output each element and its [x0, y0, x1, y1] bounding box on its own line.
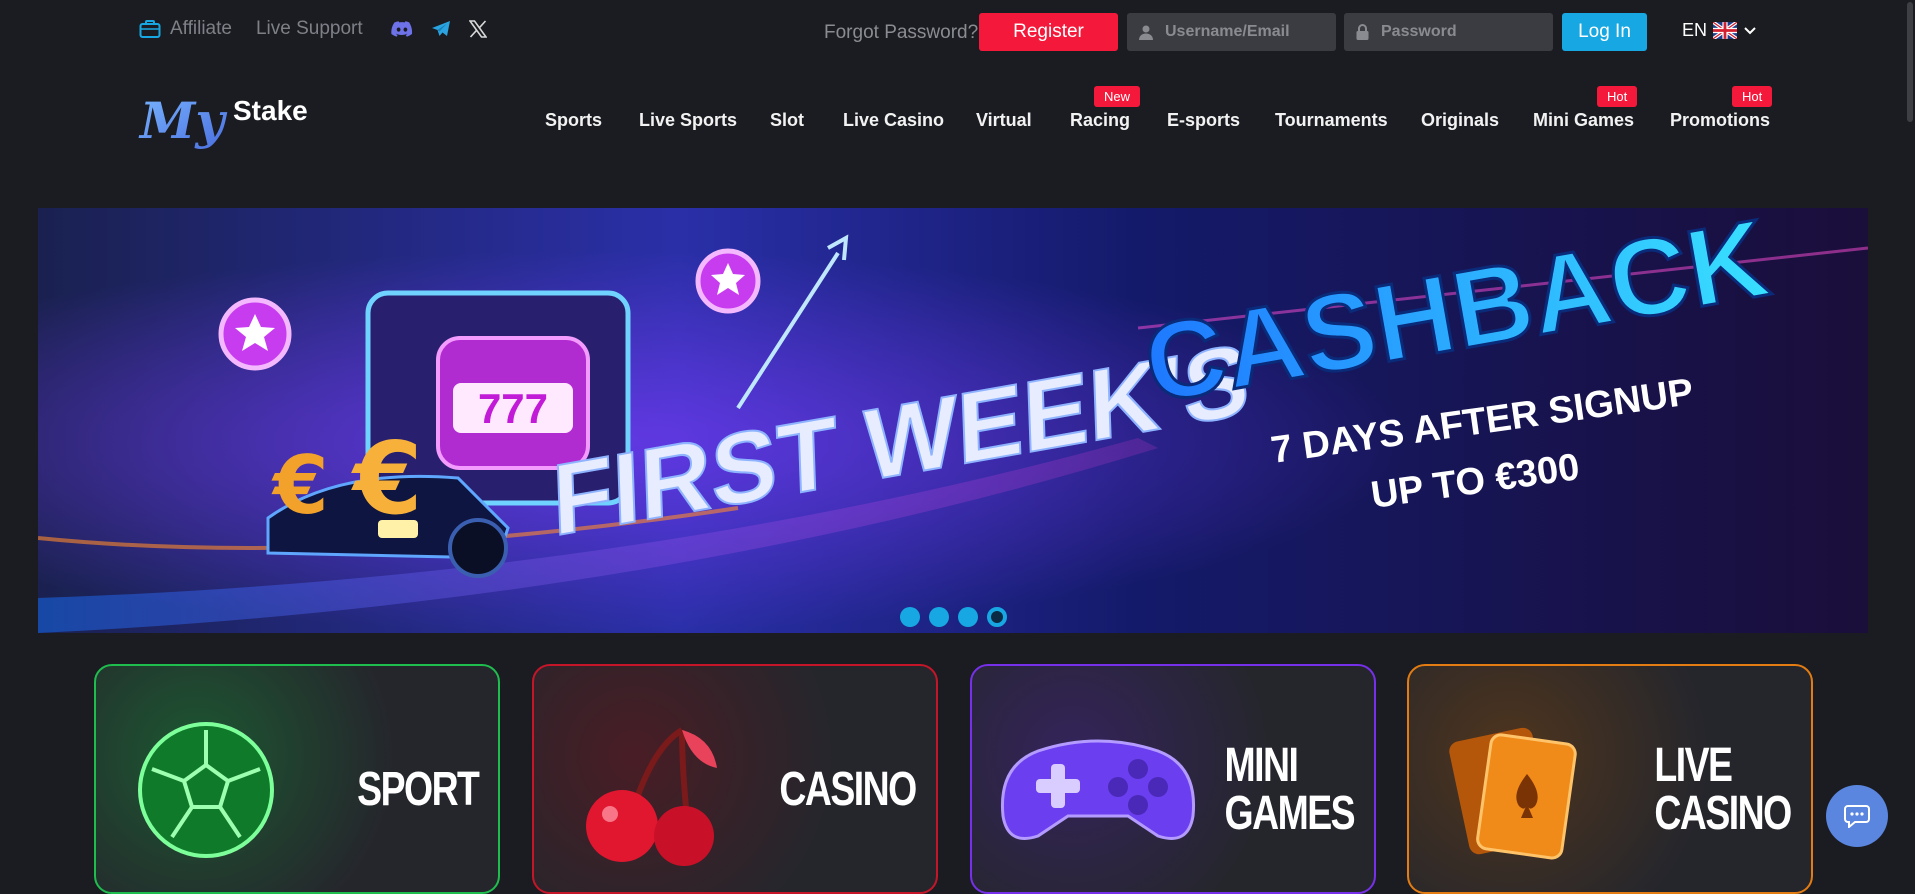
user-icon — [1139, 25, 1153, 40]
nav-sports[interactable]: Sports — [545, 110, 602, 131]
mystake-logo[interactable]: My Stake — [138, 90, 308, 156]
scrollbar-thumb[interactable] — [1907, 2, 1913, 122]
nav-esports[interactable]: E-sports — [1167, 110, 1240, 131]
carousel-dot-3[interactable] — [958, 607, 978, 627]
category-title: CASINO — [779, 763, 918, 816]
affiliate-link[interactable]: Affiliate — [139, 18, 232, 40]
live-support-link[interactable]: Live Support — [256, 18, 363, 40]
category-title-line1: MINI — [1224, 739, 1299, 792]
category-title-line1: SPORT — [356, 763, 480, 816]
promo-banner[interactable]: 777 € € FIRST WEEK'S CASHBACK 7 DAYS AFT… — [38, 208, 1868, 633]
euro-coin-right: € — [351, 420, 423, 537]
nav-tournaments[interactable]: Tournaments — [1275, 110, 1388, 131]
category-title-line2: CASINO — [1654, 787, 1793, 840]
category-title: MINI GAMES — [1224, 739, 1356, 840]
cherry-icon — [572, 718, 722, 868]
chat-bubble-icon — [1844, 804, 1870, 828]
soccer-ball-icon — [136, 720, 276, 860]
carousel-dot-2[interactable] — [929, 607, 949, 627]
password-input[interactable] — [1379, 22, 1543, 42]
language-selector[interactable]: EN — [1682, 20, 1757, 41]
register-button[interactable]: Register — [979, 13, 1118, 51]
euro-coin-left: € — [271, 439, 329, 532]
hot-badge: Hot — [1597, 86, 1638, 107]
uk-flag-icon — [1713, 22, 1738, 39]
hot-badge: Hot — [1732, 86, 1773, 107]
carousel-dot-4[interactable] — [987, 607, 1007, 627]
chevron-down-icon — [1743, 26, 1757, 36]
category-card-mini-games[interactable]: MINI GAMES — [970, 664, 1376, 894]
category-title-line1: CASINO — [779, 763, 918, 816]
category-title: LIVE CASINO — [1654, 739, 1793, 840]
nav-racing[interactable]: Racing New — [1070, 86, 1141, 131]
login-button[interactable]: Log In — [1562, 13, 1647, 51]
forgot-password-link[interactable]: Forgot Password? — [824, 22, 978, 44]
affiliate-label: Affiliate — [170, 18, 232, 39]
nav-live-sports[interactable]: Live Sports — [639, 110, 737, 131]
carousel-dot-1[interactable] — [900, 607, 920, 627]
category-title: SPORT — [356, 763, 480, 816]
new-badge: New — [1094, 86, 1141, 107]
logo-my-text: My — [138, 91, 227, 150]
nav-originals[interactable]: Originals — [1421, 110, 1499, 131]
nav-virtual[interactable]: Virtual — [976, 110, 1032, 131]
category-card-live-casino[interactable]: LIVE CASINO — [1407, 664, 1813, 894]
category-card-casino[interactable]: CASINO — [532, 664, 938, 894]
page-scrollbar[interactable] — [1905, 0, 1915, 862]
discord-icon[interactable] — [390, 20, 413, 38]
social-links — [390, 20, 487, 38]
username-input[interactable] — [1163, 22, 1327, 42]
username-field[interactable] — [1127, 13, 1336, 51]
nav-mini-games-label: Mini Games — [1533, 110, 1635, 130]
nav-slot[interactable]: Slot — [770, 110, 804, 131]
gamepad-icon — [998, 721, 1198, 851]
chat-launcher-button[interactable] — [1826, 785, 1888, 847]
playing-cards-icon — [1449, 714, 1589, 864]
nav-mini-games[interactable]: Mini Games Hot — [1533, 86, 1638, 131]
slot-digits: 777 — [478, 385, 548, 432]
banner-artwork: 777 € € FIRST WEEK'S CASHBACK 7 DAYS AFT… — [38, 208, 1868, 633]
nav-promotions-label: Promotions — [1670, 110, 1771, 130]
category-title-line1: LIVE — [1654, 739, 1734, 792]
briefcase-icon — [139, 19, 161, 39]
top-left-links: Affiliate Live Support — [139, 18, 487, 40]
x-icon[interactable] — [468, 20, 487, 38]
top-bar: Affiliate Live Support Forgot Password? … — [0, 0, 1915, 64]
carousel-dots — [900, 607, 1007, 627]
nav-promotions[interactable]: Promotions Hot — [1670, 86, 1773, 131]
category-title-line2: GAMES — [1224, 787, 1356, 840]
nav-live-casino[interactable]: Live Casino — [843, 110, 944, 131]
nav-racing-label: Racing — [1070, 110, 1131, 130]
lock-icon — [1356, 24, 1369, 40]
language-code: EN — [1682, 20, 1708, 40]
password-field[interactable] — [1344, 13, 1553, 51]
category-card-sport[interactable]: SPORT — [94, 664, 500, 894]
telegram-icon[interactable] — [431, 20, 451, 38]
logo-stake-text: Stake — [233, 95, 308, 126]
